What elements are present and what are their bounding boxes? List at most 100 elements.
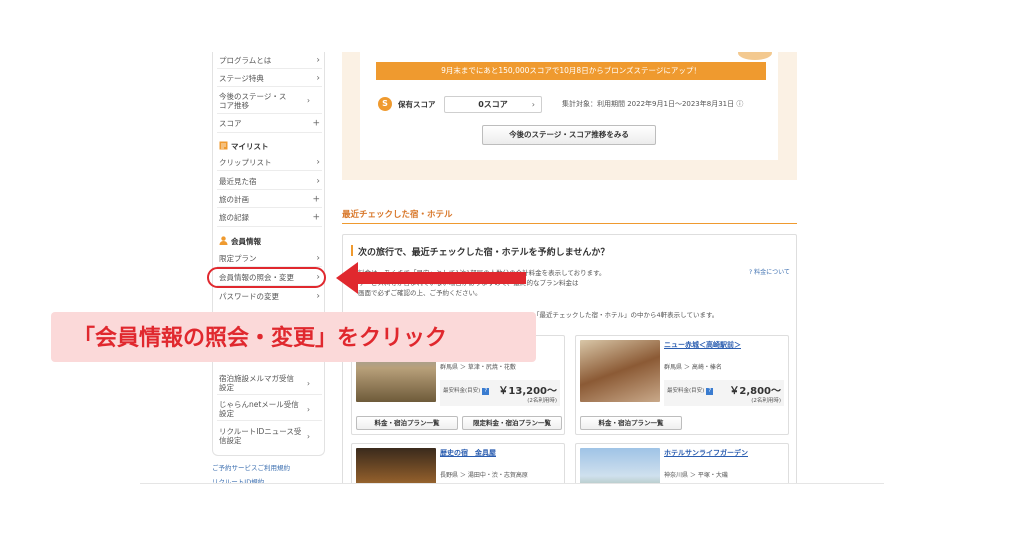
hotel-name-link[interactable]: ニュー赤城＜高崎駅前＞ bbox=[664, 340, 741, 350]
sidebar-item-trip-plan[interactable]: 旅の計画 + bbox=[219, 195, 320, 205]
person-icon bbox=[219, 236, 228, 245]
sidebar-item-recruit-news-settings[interactable]: リクルートIDニュース受信設定 bbox=[219, 427, 303, 445]
sidebar-item-label: 最近見た宿 bbox=[219, 177, 257, 186]
highlight-ring bbox=[207, 267, 326, 288]
stage-panel: 9月末までにあと150,000スコアで10月8日からブロンズステージにアップ！ … bbox=[342, 52, 797, 180]
hotel-card: ニュー赤城＜高崎駅前＞ 群馬県 ＞ 高崎・榛名 最安料金(目安)? ￥2,800… bbox=[575, 335, 789, 435]
divider bbox=[342, 223, 797, 224]
hotel-name-link[interactable]: ホテルサンライフガーデン bbox=[664, 448, 748, 458]
hotel-photo[interactable] bbox=[580, 448, 660, 483]
sidebar-item-clip-list[interactable]: クリップリスト › bbox=[219, 157, 320, 168]
sidebar-item-recently-viewed[interactable]: 最近見た宿 › bbox=[219, 176, 320, 187]
sidebar-item-label: 限定プラン bbox=[219, 254, 257, 263]
sidebar-item-password-change[interactable]: パスワードの変更 › bbox=[219, 291, 320, 302]
member-heading: 会員情報 bbox=[219, 236, 261, 247]
chevron-right-icon: › bbox=[307, 379, 310, 388]
hotel-photo[interactable] bbox=[580, 340, 660, 402]
sidebar-item-label: 宿泊施設メルマガ受信設定 bbox=[219, 374, 294, 392]
chevron-right-icon: › bbox=[316, 55, 320, 65]
divider bbox=[217, 170, 322, 171]
divider bbox=[217, 68, 322, 69]
sidebar-item-label: じゃらんnetメール受信設定 bbox=[219, 400, 299, 418]
decoration-icon bbox=[738, 52, 772, 60]
sidebar-item-stage-benefits[interactable]: ステージ特典 › bbox=[219, 74, 320, 84]
divider bbox=[217, 189, 322, 190]
sidebar-item-jalan-mail-settings[interactable]: じゃらんnetメール受信設定 bbox=[219, 400, 305, 418]
price: ￥2,800〜 bbox=[729, 386, 781, 397]
screenshot-stage: プログラムとは › ステージ特典 › 今後のステージ・スコア推移 › スコア + bbox=[0, 0, 1024, 538]
chevron-right-icon: › bbox=[316, 253, 320, 263]
sidebar-item-label: パスワードの変更 bbox=[219, 292, 279, 301]
memo-icon bbox=[219, 141, 228, 150]
help-icon[interactable]: ? bbox=[482, 388, 490, 395]
recent-section-title: 最近チェックした宿・ホテル bbox=[342, 210, 453, 220]
score-value-box[interactable]: 0スコア › bbox=[444, 96, 542, 113]
chevron-right-icon: › bbox=[307, 96, 310, 105]
member-heading-text: 会員情報 bbox=[231, 237, 261, 246]
hotel-card: 歴史の宿 金具屋 長野県 ＞ 湯田中・渋・志賀高原 bbox=[351, 443, 565, 483]
price-box: 最安料金(目安)? ￥2,800〜 (2名利用時) bbox=[664, 380, 784, 406]
divider bbox=[217, 207, 322, 208]
price-help-link[interactable]: ? 料金について bbox=[749, 267, 790, 276]
instruction-callout: 「会員情報の照会・変更」をクリック bbox=[51, 312, 536, 362]
sidebar-item-trip-record[interactable]: 旅の記録 + bbox=[219, 212, 320, 223]
divider bbox=[217, 113, 322, 114]
score-badge-icon: S bbox=[378, 97, 392, 111]
score-period: 集計対象：利用期間 2022年9月1日〜2023年8月31日 ⓘ bbox=[562, 100, 744, 108]
sidebar-item-limited-plans[interactable]: 限定プラン › bbox=[219, 253, 320, 264]
chevron-right-icon: › bbox=[316, 157, 320, 167]
sidebar-item-label: 旅の記録 bbox=[219, 213, 249, 222]
price-box: 最安料金(目安)? ￥13,200〜 (2名利用時) bbox=[440, 380, 560, 406]
plus-icon: + bbox=[312, 212, 320, 222]
chevron-right-icon: › bbox=[531, 100, 535, 109]
divider bbox=[217, 132, 322, 133]
accent-bar bbox=[351, 245, 353, 256]
stage-panel-inner: 9月末までにあと150,000スコアで10月8日からブロンズステージにアップ！ … bbox=[360, 52, 778, 160]
price-label: 最安料金(目安)? bbox=[443, 386, 490, 395]
plan-list-button[interactable]: 料金・宿泊プラン一覧 bbox=[356, 416, 458, 430]
help-icon[interactable]: ? bbox=[706, 388, 714, 395]
sidebar-item-score[interactable]: スコア + bbox=[219, 118, 320, 129]
price-label: 最安料金(目安)? bbox=[667, 386, 714, 395]
sidebar-item-label: 旅の計画 bbox=[219, 195, 249, 204]
score-value: 0スコア bbox=[478, 100, 508, 109]
footer-link-recruit-terms[interactable]: リクルートID規約 bbox=[212, 476, 264, 483]
sidebar-item-label: スコア bbox=[219, 119, 242, 128]
footer-link-reservation-terms[interactable]: ご予約サービスご利用規約 bbox=[212, 462, 290, 472]
arrow-left-icon bbox=[336, 262, 526, 294]
sidebar: プログラムとは › ステージ特典 › 今後のステージ・スコア推移 › スコア + bbox=[212, 52, 325, 456]
sidebar-item-program[interactable]: プログラムとは › bbox=[219, 55, 320, 66]
instruction-text: 「会員情報の照会・変更」をクリック bbox=[73, 326, 448, 351]
limited-plan-list-button[interactable]: 限定料金・宿泊プラン一覧 bbox=[462, 416, 562, 430]
price: ￥13,200〜 bbox=[498, 386, 557, 397]
plan-list-button[interactable]: 料金・宿泊プラン一覧 bbox=[580, 416, 682, 430]
chevron-right-icon: › bbox=[316, 291, 320, 301]
sidebar-item-stage-score-trend[interactable]: 今後のステージ・スコア推移 bbox=[219, 92, 289, 110]
chevron-right-icon: › bbox=[316, 176, 320, 186]
divider bbox=[217, 86, 322, 87]
price-note: (2名利用時) bbox=[751, 398, 781, 404]
sidebar-item-label: ステージ特典 bbox=[219, 74, 264, 83]
stage-trend-button[interactable]: 今後のステージ・スコア推移をみる bbox=[482, 125, 656, 145]
hotel-location: 長野県 ＞ 湯田中・渋・志賀高原 bbox=[440, 472, 528, 479]
price-note: (2名利用時) bbox=[527, 398, 557, 404]
sidebar-item-label: クリップリスト bbox=[219, 158, 272, 167]
hotel-photo[interactable] bbox=[356, 448, 436, 483]
score-row: S 保有スコア 0スコア › 集計対象：利用期間 2022年9月1日〜2023年… bbox=[378, 96, 778, 113]
sidebar-item-hotel-mail-settings[interactable]: 宿泊施設メルマガ受信設定 bbox=[219, 374, 299, 392]
note-line: 「最近チェックした宿・ホテル」の中から4軒表示しています。 bbox=[533, 311, 719, 319]
hotel-card: ホテルサンライフガーデン 神奈川県 ＞ 平塚・大磯 bbox=[575, 443, 789, 483]
mylist-heading-text: マイリスト bbox=[231, 142, 269, 151]
hotel-location: 神奈川県 ＞ 平塚・大磯 bbox=[664, 472, 728, 479]
hotel-location: 群馬県 ＞ 草津・尻焼・花敷 bbox=[440, 364, 516, 371]
hotel-name-link[interactable]: 歴史の宿 金具屋 bbox=[440, 448, 496, 458]
divider bbox=[217, 226, 322, 227]
stage-banner: 9月末までにあと150,000スコアで10月8日からブロンズステージにアップ！ bbox=[376, 62, 766, 80]
plus-icon: + bbox=[312, 118, 320, 128]
sidebar-item-label: リクルートIDニュース受信設定 bbox=[219, 427, 302, 445]
sidebar-item-label: 今後のステージ・スコア推移 bbox=[219, 92, 287, 110]
recent-question: 次の旅行で、最近チェックした宿・ホテルを予約しませんか？ bbox=[358, 248, 610, 258]
hotel-location: 群馬県 ＞ 高崎・榛名 bbox=[664, 364, 722, 371]
divider bbox=[217, 394, 322, 395]
divider bbox=[217, 420, 322, 421]
